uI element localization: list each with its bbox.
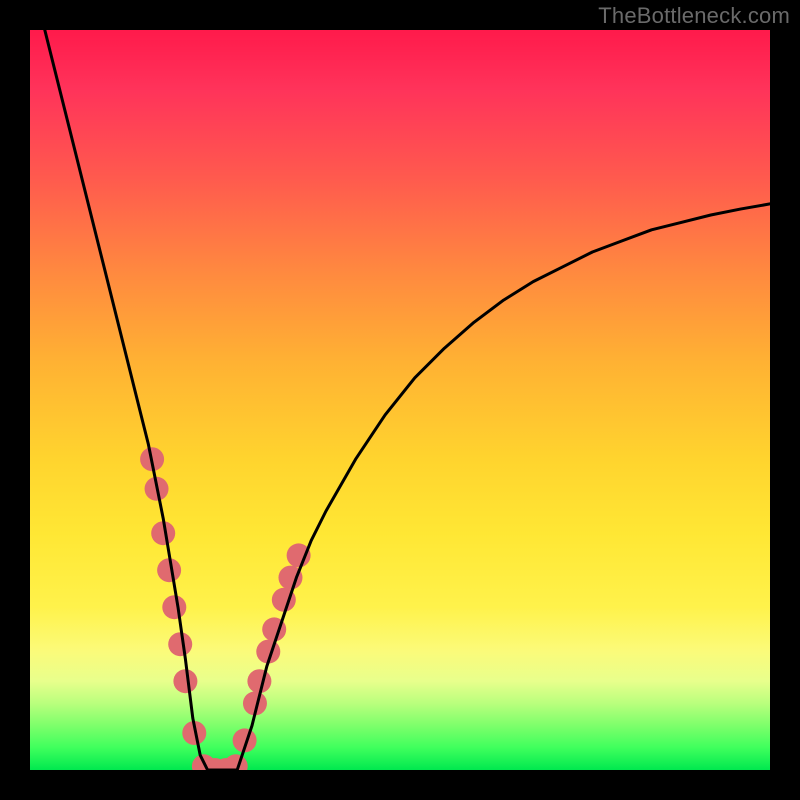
marker-point [247,669,271,693]
chart-plot-area [30,30,770,770]
marker-point [162,595,186,619]
marker-point [168,632,192,656]
chart-svg-layer [30,30,770,770]
watermark-label: TheBottleneck.com [598,3,790,29]
chart-frame: TheBottleneck.com [0,0,800,800]
marker-point [173,669,197,693]
marker-point [287,543,311,567]
marker-point [224,754,248,770]
bottleneck-curve [45,30,770,770]
